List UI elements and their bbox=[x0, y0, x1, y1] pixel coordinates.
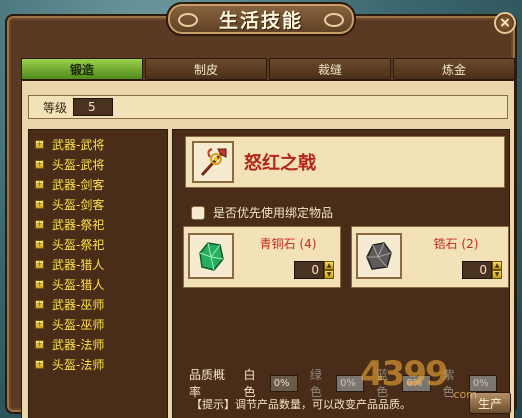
close-button[interactable]: × bbox=[494, 12, 516, 34]
recipe-detail-panel: 怒红之戟 是否优先使用绑定物品 青铜石 (4) 0 ▲ ▼ 锆石 (2) 0 ▲… bbox=[172, 129, 511, 418]
material-quantity-1[interactable]: 0 bbox=[294, 261, 324, 279]
quantity-stepper-1: ▲ ▼ bbox=[324, 261, 334, 279]
produce-button[interactable]: 生产 bbox=[469, 392, 511, 414]
recipe-item[interactable]: + 头盔-祭祀 bbox=[35, 234, 161, 254]
quality-title: 品质概率 bbox=[189, 368, 226, 399]
recipe-item[interactable]: + 武器-法师 bbox=[35, 334, 161, 354]
plus-icon: + bbox=[35, 339, 44, 349]
product-card: 怒红之戟 bbox=[185, 136, 505, 188]
title-ornament-icon bbox=[324, 13, 344, 27]
decrease-arrow-icon[interactable]: ▼ bbox=[492, 270, 502, 279]
recipe-item[interactable]: + 武器-巫师 bbox=[35, 294, 161, 314]
recipe-item[interactable]: + 头盔-剑客 bbox=[35, 194, 161, 214]
plus-icon: + bbox=[35, 279, 44, 289]
green-gem-icon[interactable] bbox=[188, 233, 234, 279]
quality-purple-value: 0% bbox=[468, 374, 497, 392]
material-name-2: 锆石 (2) bbox=[433, 237, 479, 251]
material-slot-1: 青铜石 (4) 0 ▲ ▼ bbox=[183, 226, 341, 288]
plus-icon: + bbox=[35, 259, 44, 269]
recipe-item[interactable]: + 头盔-法师 bbox=[35, 354, 161, 374]
window-title-plaque: 生活技能 bbox=[166, 2, 356, 36]
tab-tailoring[interactable]: 裁缝 bbox=[269, 58, 391, 80]
quality-blue-label: 蓝色 bbox=[376, 368, 389, 399]
plus-icon: + bbox=[35, 359, 44, 369]
level-value: 5 bbox=[73, 98, 114, 116]
skill-content-panel: 等级 5 + 武器-武将 + 头盔-武将 + 武器-剑客 + 头盔-剑客 + 武器-祭祀 + 头盔-祭… bbox=[21, 80, 515, 418]
plus-icon: + bbox=[35, 319, 44, 329]
tab-forging[interactable]: 锻造 bbox=[21, 58, 143, 80]
increase-arrow-icon[interactable]: ▲ bbox=[492, 261, 502, 270]
decrease-arrow-icon[interactable]: ▼ bbox=[324, 270, 334, 279]
plus-icon: + bbox=[35, 299, 44, 309]
quality-green-label: 绿色 bbox=[309, 368, 322, 399]
recipe-list: + 武器-武将 + 头盔-武将 + 武器-剑客 + 头盔-剑客 + 武器-祭祀 + 头盔-祭祀 + 武器-… bbox=[28, 129, 168, 418]
recipe-label: 武器-猎人 bbox=[52, 257, 105, 272]
tab-alchemy[interactable]: 炼金 bbox=[393, 58, 515, 80]
recipe-label: 头盔-猎人 bbox=[52, 277, 105, 292]
dark-ore-icon[interactable] bbox=[356, 233, 402, 279]
recipe-item[interactable]: + 头盔-巫师 bbox=[35, 314, 161, 334]
recipe-label: 武器-武将 bbox=[52, 137, 105, 152]
recipe-label: 武器-祭祀 bbox=[52, 217, 105, 232]
recipe-label: 头盔-剑客 bbox=[52, 197, 105, 212]
quality-white-label: 白色 bbox=[243, 368, 256, 399]
recipe-item[interactable]: + 武器-武将 bbox=[35, 134, 161, 154]
recipe-label: 头盔-祭祀 bbox=[52, 237, 105, 252]
halberd-icon[interactable] bbox=[192, 141, 234, 183]
bind-option-row: 是否优先使用绑定物品 bbox=[191, 204, 333, 221]
material-slot-2: 锆石 (2) 0 ▲ ▼ bbox=[351, 226, 509, 288]
hint-text: 【提示】调节产品数量，可以改变产品品质。 bbox=[191, 398, 411, 411]
life-skills-window: 锻造 制皮 裁缝 炼金 等级 5 + 武器-武将 + 头盔-武将 + 武器-剑客 + 头盔-剑… bbox=[5, 14, 517, 418]
material-name-1: 青铜石 (4) bbox=[259, 237, 317, 251]
quality-probability-row: 品质概率 白色 0% 绿色 0% 蓝色 0% 紫色 0% bbox=[189, 366, 509, 400]
quality-white-value: 0% bbox=[269, 374, 298, 392]
plus-icon: + bbox=[35, 179, 44, 189]
skill-tabs: 锻造 制皮 裁缝 炼金 bbox=[21, 58, 515, 80]
plus-icon: + bbox=[35, 159, 44, 169]
recipe-label: 头盔-武将 bbox=[52, 157, 105, 172]
bind-option-checkbox[interactable] bbox=[191, 205, 205, 220]
plus-icon: + bbox=[35, 139, 44, 149]
tab-leatherwork[interactable]: 制皮 bbox=[145, 58, 267, 80]
recipe-label: 武器-巫师 bbox=[52, 297, 105, 312]
recipe-item[interactable]: + 头盔-猎人 bbox=[35, 274, 161, 294]
recipe-label: 头盔-法师 bbox=[52, 357, 105, 372]
recipe-label: 武器-法师 bbox=[52, 337, 105, 352]
recipe-label: 武器-剑客 bbox=[52, 177, 105, 192]
window-title: 生活技能 bbox=[218, 9, 303, 32]
level-bar: 等级 5 bbox=[28, 95, 508, 119]
material-quantity-2[interactable]: 0 bbox=[462, 261, 492, 279]
recipe-item[interactable]: + 武器-剑客 bbox=[35, 174, 161, 194]
quality-green-value: 0% bbox=[336, 374, 365, 392]
close-icon: × bbox=[499, 15, 511, 31]
plus-icon: + bbox=[35, 199, 44, 209]
quantity-stepper-2: ▲ ▼ bbox=[492, 261, 502, 279]
quality-purple-label: 紫色 bbox=[442, 368, 455, 399]
level-label: 等级 bbox=[43, 100, 68, 115]
title-ornament-icon bbox=[178, 13, 198, 27]
increase-arrow-icon[interactable]: ▲ bbox=[324, 261, 334, 270]
plus-icon: + bbox=[35, 239, 44, 249]
recipe-item[interactable]: + 头盔-武将 bbox=[35, 154, 161, 174]
recipe-item[interactable]: + 武器-祭祀 bbox=[35, 214, 161, 234]
quality-blue-value: 0% bbox=[402, 374, 431, 392]
recipe-label: 头盔-巫师 bbox=[52, 317, 105, 332]
plus-icon: + bbox=[35, 219, 44, 229]
bind-option-label: 是否优先使用绑定物品 bbox=[213, 206, 334, 220]
recipe-item[interactable]: + 武器-猎人 bbox=[35, 254, 161, 274]
product-name: 怒红之戟 bbox=[244, 153, 316, 174]
